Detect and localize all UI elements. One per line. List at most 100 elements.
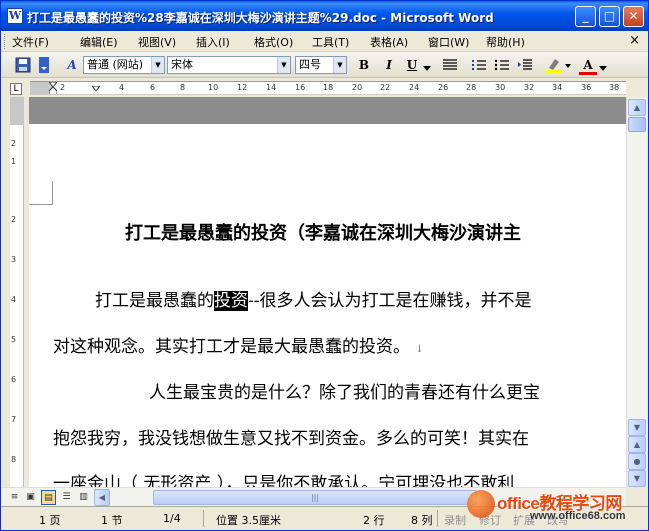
vruler-tick: 1 xyxy=(11,157,17,166)
numbered-list-icon[interactable] xyxy=(471,58,489,78)
underline-button[interactable]: U xyxy=(403,56,421,74)
vertical-ruler[interactable]: 2 1 2 3 4 5 6 7 8 xyxy=(10,97,24,487)
menu-bar: 文件(F) 编辑(E) 视图(V) 插入(I) 格式(O) 工具(T) 表格(A… xyxy=(1,31,648,52)
ruler-tick: 22 xyxy=(380,83,391,92)
paragraph-1: 打工是最愚蠢的投资--很多人会认为打工是在赚钱，并不是 xyxy=(95,286,532,311)
page-gap xyxy=(29,97,626,124)
toolbar-options-icon[interactable] xyxy=(39,57,49,77)
ruler-tick: 30 xyxy=(495,83,506,92)
paragraph-2-text: 对这种观念。其实打工才是最大最愚蠢的投资。 xyxy=(53,337,410,357)
print-view-icon[interactable]: ▤ xyxy=(41,490,56,505)
menubar-grip[interactable] xyxy=(4,34,7,49)
menu-file[interactable]: 文件(F) xyxy=(12,34,49,50)
italic-button[interactable]: I xyxy=(380,56,398,74)
bulleted-list-icon[interactable] xyxy=(494,58,512,78)
minimize-button[interactable]: _ xyxy=(575,6,596,27)
ruler-tick: 8 xyxy=(180,83,186,92)
status-position: 位置 3.5厘米 xyxy=(216,514,281,527)
paragraph-4: 抱怨我穷，我没钱想做生意又找不到资金。多么的可笑！其实在 xyxy=(53,429,529,449)
menu-tools[interactable]: 工具(T) xyxy=(312,34,349,50)
indent-icon[interactable] xyxy=(517,58,535,78)
bold-button[interactable]: B xyxy=(355,56,373,74)
title-bar[interactable]: W 打工是最愚蠢的投资%28李嘉诚在深圳大梅沙演讲主题%29.doc - Mic… xyxy=(1,1,648,31)
vruler-tick: 8 xyxy=(11,455,17,464)
highlight-icon[interactable] xyxy=(545,56,571,76)
chevron-down-icon[interactable]: ▼ xyxy=(277,57,290,73)
paragraph-2: 对这种观念。其实打工才是最大最愚蠢的投资。 ↓ xyxy=(53,332,424,357)
ruler-tick: 14 xyxy=(266,83,277,92)
close-document-icon[interactable]: × xyxy=(629,33,640,48)
outline-view-icon[interactable]: ☰ xyxy=(59,490,74,505)
status-rec[interactable]: 录制 xyxy=(444,512,466,528)
style-select-value: 普通 (网站) xyxy=(87,58,144,71)
close-button[interactable]: ✕ xyxy=(623,6,644,27)
chevron-down-icon[interactable]: ▼ xyxy=(333,57,346,73)
ruler-tick: 6 xyxy=(150,83,156,92)
tab-selector[interactable]: L xyxy=(10,83,22,95)
hanging-indent-marker[interactable] xyxy=(90,82,102,92)
reading-view-icon[interactable]: ▥ xyxy=(76,490,91,505)
menu-format[interactable]: 格式(O) xyxy=(254,34,293,50)
vruler-tick: 2 xyxy=(11,139,17,148)
document-heading: 打工是最愚蠢的投资（李嘉诚在深圳大梅沙演讲主 xyxy=(125,223,521,244)
window-title: 打工是最愚蠢的投资%28李嘉诚在深圳大梅沙演讲主题%29.doc - Micro… xyxy=(27,11,494,25)
ruler-tick: 4 xyxy=(119,83,125,92)
paragraph-3: 人生最宝贵的是什么？除了我们的青春还有什么更宝 xyxy=(149,383,540,403)
menu-window[interactable]: 窗口(W) xyxy=(428,34,469,50)
font-size-select-value: 四号 xyxy=(299,58,321,71)
vruler-tick: 3 xyxy=(11,255,17,264)
scroll-left-button[interactable]: ◀ xyxy=(94,489,110,506)
horizontal-ruler-row: L 2 4 6 8 10 12 14 16 18 20 22 24 26 28 … xyxy=(1,79,648,97)
save-icon[interactable] xyxy=(15,57,33,77)
normal-view-icon[interactable]: ≡ xyxy=(7,490,22,505)
status-line: 2 行 xyxy=(363,514,385,527)
ruler-tick: 10 xyxy=(208,83,219,92)
paragraph-5: 一座金山（ 无形资产 ），只是你不敢承认。宁可埋没也不敢利 xyxy=(53,474,515,487)
vruler-tick: 2 xyxy=(11,215,17,224)
menu-insert[interactable]: 插入(I) xyxy=(196,34,230,50)
ruler-tick: 24 xyxy=(409,83,420,92)
word-window: W 打工是最愚蠢的投资%28李嘉诚在深圳大梅沙演讲主题%29.doc - Mic… xyxy=(0,0,649,531)
paragraph-1-text-b: --很多人会认为打工是在赚钱，并不是 xyxy=(248,291,532,311)
vruler-tick: 5 xyxy=(11,335,17,344)
menu-view[interactable]: 视图(V) xyxy=(138,34,176,50)
vruler-tick: 4 xyxy=(11,295,17,304)
site-watermark: office教程学习网 www.office68.com xyxy=(467,486,648,530)
menu-help[interactable]: 帮助(H) xyxy=(486,34,525,50)
indent-marker[interactable] xyxy=(48,82,58,94)
word-app-icon[interactable]: W xyxy=(7,8,23,24)
menu-edit[interactable]: 编辑(E) xyxy=(80,34,118,50)
font-select[interactable]: 宋体 ▼ xyxy=(167,56,291,74)
previous-page-button[interactable]: ▲ xyxy=(628,436,646,453)
vruler-tick: 7 xyxy=(11,415,17,424)
horizontal-scroll-thumb[interactable]: ||| xyxy=(153,490,477,505)
styles-formatting-icon[interactable]: A xyxy=(63,56,81,74)
vertical-ruler-margin xyxy=(10,97,24,125)
chevron-down-icon[interactable]: ▼ xyxy=(151,57,164,73)
maximize-button[interactable]: □ xyxy=(599,6,620,27)
status-column: 8 列 xyxy=(411,514,433,527)
vertical-scroll-thumb[interactable] xyxy=(628,117,646,132)
font-select-value: 宋体 xyxy=(171,58,193,71)
watermark-url: www.office68.com xyxy=(530,510,626,522)
status-page-of: 1/4 xyxy=(163,512,181,525)
ruler-tick: 34 xyxy=(552,83,563,92)
horizontal-ruler[interactable]: 2 4 6 8 10 12 14 16 18 20 22 24 26 28 30… xyxy=(30,81,626,95)
watermark-logo-icon xyxy=(467,490,495,518)
scroll-up-button[interactable]: ▲ xyxy=(628,99,646,116)
document-area[interactable]: 打工是最愚蠢的投资（李嘉诚在深圳大梅沙演讲主 打工是最愚蠢的投资--很多人会认为… xyxy=(29,97,626,487)
select-browse-object-button[interactable]: ● xyxy=(628,453,646,470)
font-size-select[interactable]: 四号 ▼ xyxy=(295,56,347,74)
font-color-swatch xyxy=(579,72,597,75)
next-page-button[interactable]: ▼ xyxy=(628,470,646,487)
align-justify-icon[interactable] xyxy=(442,58,460,78)
paragraph-1-text-a: 打工是最愚蠢的 xyxy=(95,291,214,311)
vertical-scrollbar[interactable]: ▲ ▼ ▲ ● ▼ xyxy=(626,97,647,487)
menu-table[interactable]: 表格(A) xyxy=(370,34,408,50)
ruler-tick: 16 xyxy=(295,83,306,92)
vruler-tick: 6 xyxy=(11,375,17,384)
style-select[interactable]: 普通 (网站) ▼ xyxy=(83,56,165,74)
web-view-icon[interactable]: ▣ xyxy=(23,490,38,505)
scroll-down-button[interactable]: ▼ xyxy=(628,419,646,436)
margin-corner-mark xyxy=(29,181,53,205)
